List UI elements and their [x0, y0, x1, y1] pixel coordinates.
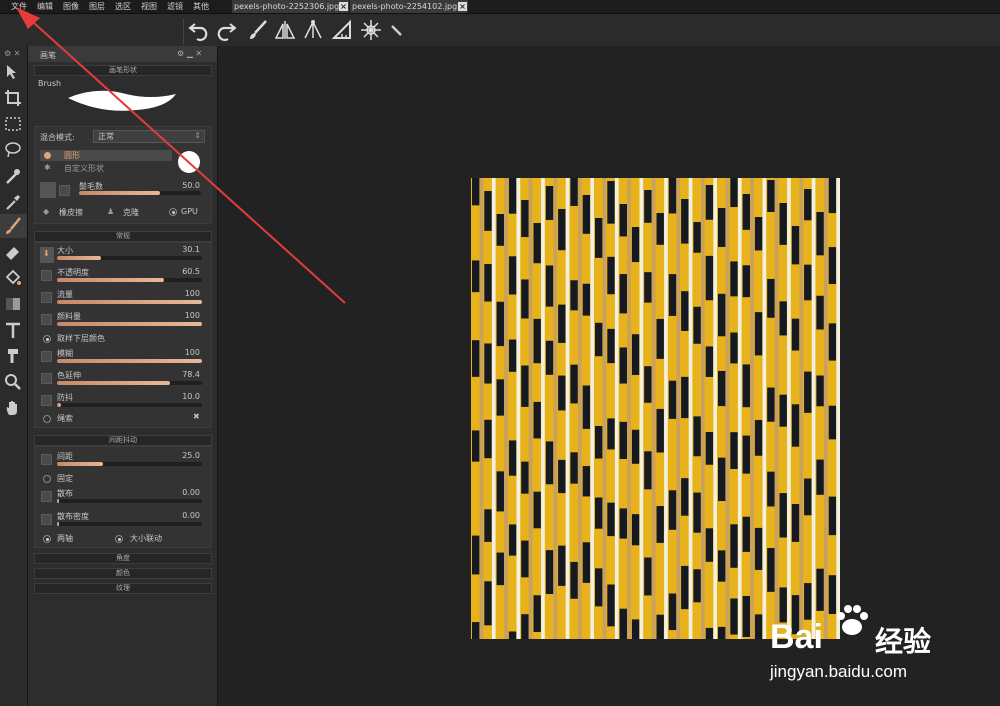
spacing-checkbox[interactable]	[41, 454, 52, 465]
spacing-value: 25.0	[182, 451, 200, 460]
spacing-slider-fill	[57, 462, 104, 466]
paint-amount-label: 颜料量	[57, 312, 81, 321]
blur-slider[interactable]	[57, 359, 202, 363]
both-axes-label: 两轴	[57, 534, 73, 543]
blur-slider-fill	[57, 359, 202, 363]
jitter-slider[interactable]	[57, 403, 202, 407]
doc-tab-2-label: pexels-photo-2254102.jpg	[352, 2, 458, 11]
smudge-icon[interactable]	[3, 346, 23, 366]
pen-icon[interactable]	[385, 18, 409, 42]
paint-amount-slider[interactable]	[57, 322, 202, 326]
stretch-checkbox[interactable]	[41, 373, 52, 384]
spacing-label: 间距	[57, 452, 73, 461]
jitter-slider-fill	[57, 403, 62, 407]
scatter-density-slider[interactable]	[57, 522, 202, 526]
size-link-label: 大小联动	[130, 534, 162, 543]
sample-below-radio[interactable]	[43, 335, 51, 343]
photo-building-facade	[471, 178, 840, 639]
fixed-label: 固定	[57, 474, 73, 483]
close-icon[interactable]: ×	[458, 2, 467, 11]
paint-amount-checkbox[interactable]	[41, 314, 52, 325]
scatter-density-slider-fill	[57, 522, 59, 526]
stretch-slider[interactable]	[57, 381, 202, 385]
jitter-checkbox[interactable]	[41, 395, 52, 406]
paw-logo-icon	[837, 605, 868, 635]
fixed-radio[interactable]	[43, 475, 51, 483]
stretch-slider-fill	[57, 381, 171, 385]
scatter-density-value: 0.00	[182, 511, 200, 520]
blur-checkbox[interactable]	[41, 351, 52, 362]
mandala-icon[interactable]	[359, 18, 383, 42]
hand-icon[interactable]	[3, 398, 23, 418]
watermark-brand-cn: 经验	[875, 625, 932, 658]
section-texture[interactable]: 纹理	[34, 583, 212, 594]
lasso-radio[interactable]	[43, 415, 51, 423]
scatter-slider-fill	[57, 499, 59, 503]
scatter-slider[interactable]	[57, 499, 202, 503]
spacing-slider[interactable]	[57, 462, 202, 466]
spacing-group: 间距 25.0 固定 散布 0.00 散布密度 0.00 两轴 大小联动	[34, 446, 212, 548]
scatter-label: 散布	[57, 489, 73, 498]
jitter-value: 10.0	[182, 392, 200, 401]
blur-value: 100	[184, 348, 200, 357]
jitter-label: 防抖	[57, 393, 73, 402]
building-facade-image	[472, 178, 840, 639]
wrench-icon[interactable]: ✖	[193, 412, 200, 421]
size-link-radio[interactable]	[115, 535, 123, 543]
section-color[interactable]: 颜色	[34, 568, 212, 579]
stretch-value: 78.4	[182, 370, 200, 379]
section-angle[interactable]: 角度	[34, 553, 212, 564]
scatter-density-label: 散布密度	[57, 512, 89, 521]
section-spacing-jitter[interactable]: 间距抖动	[34, 435, 212, 446]
lasso-label: 绳索	[57, 414, 73, 423]
both-axes-radio[interactable]	[43, 535, 51, 543]
watermark-brand: Bai	[770, 618, 823, 656]
text-tool-icon[interactable]	[3, 320, 23, 340]
paint-amount-value: 100	[184, 311, 200, 320]
zoom-icon[interactable]	[3, 372, 23, 392]
watermark-url: jingyan.baidu.com	[770, 662, 908, 681]
paint-amount-slider-fill	[57, 322, 202, 326]
stretch-label: 色延伸	[57, 371, 81, 380]
scatter-value: 0.00	[182, 488, 200, 497]
doc-tab-2[interactable]: pexels-photo-2254102.jpg ×	[350, 0, 468, 13]
scatter-checkbox[interactable]	[41, 491, 52, 502]
scatter-density-checkbox[interactable]	[41, 514, 52, 525]
annotation-arrow	[16, 7, 346, 304]
baidu-watermark: Bai 经验 jingyan.baidu.com	[760, 600, 960, 690]
sample-below-label: 取样下层颜色	[57, 334, 105, 343]
blur-label: 模糊	[57, 349, 73, 358]
